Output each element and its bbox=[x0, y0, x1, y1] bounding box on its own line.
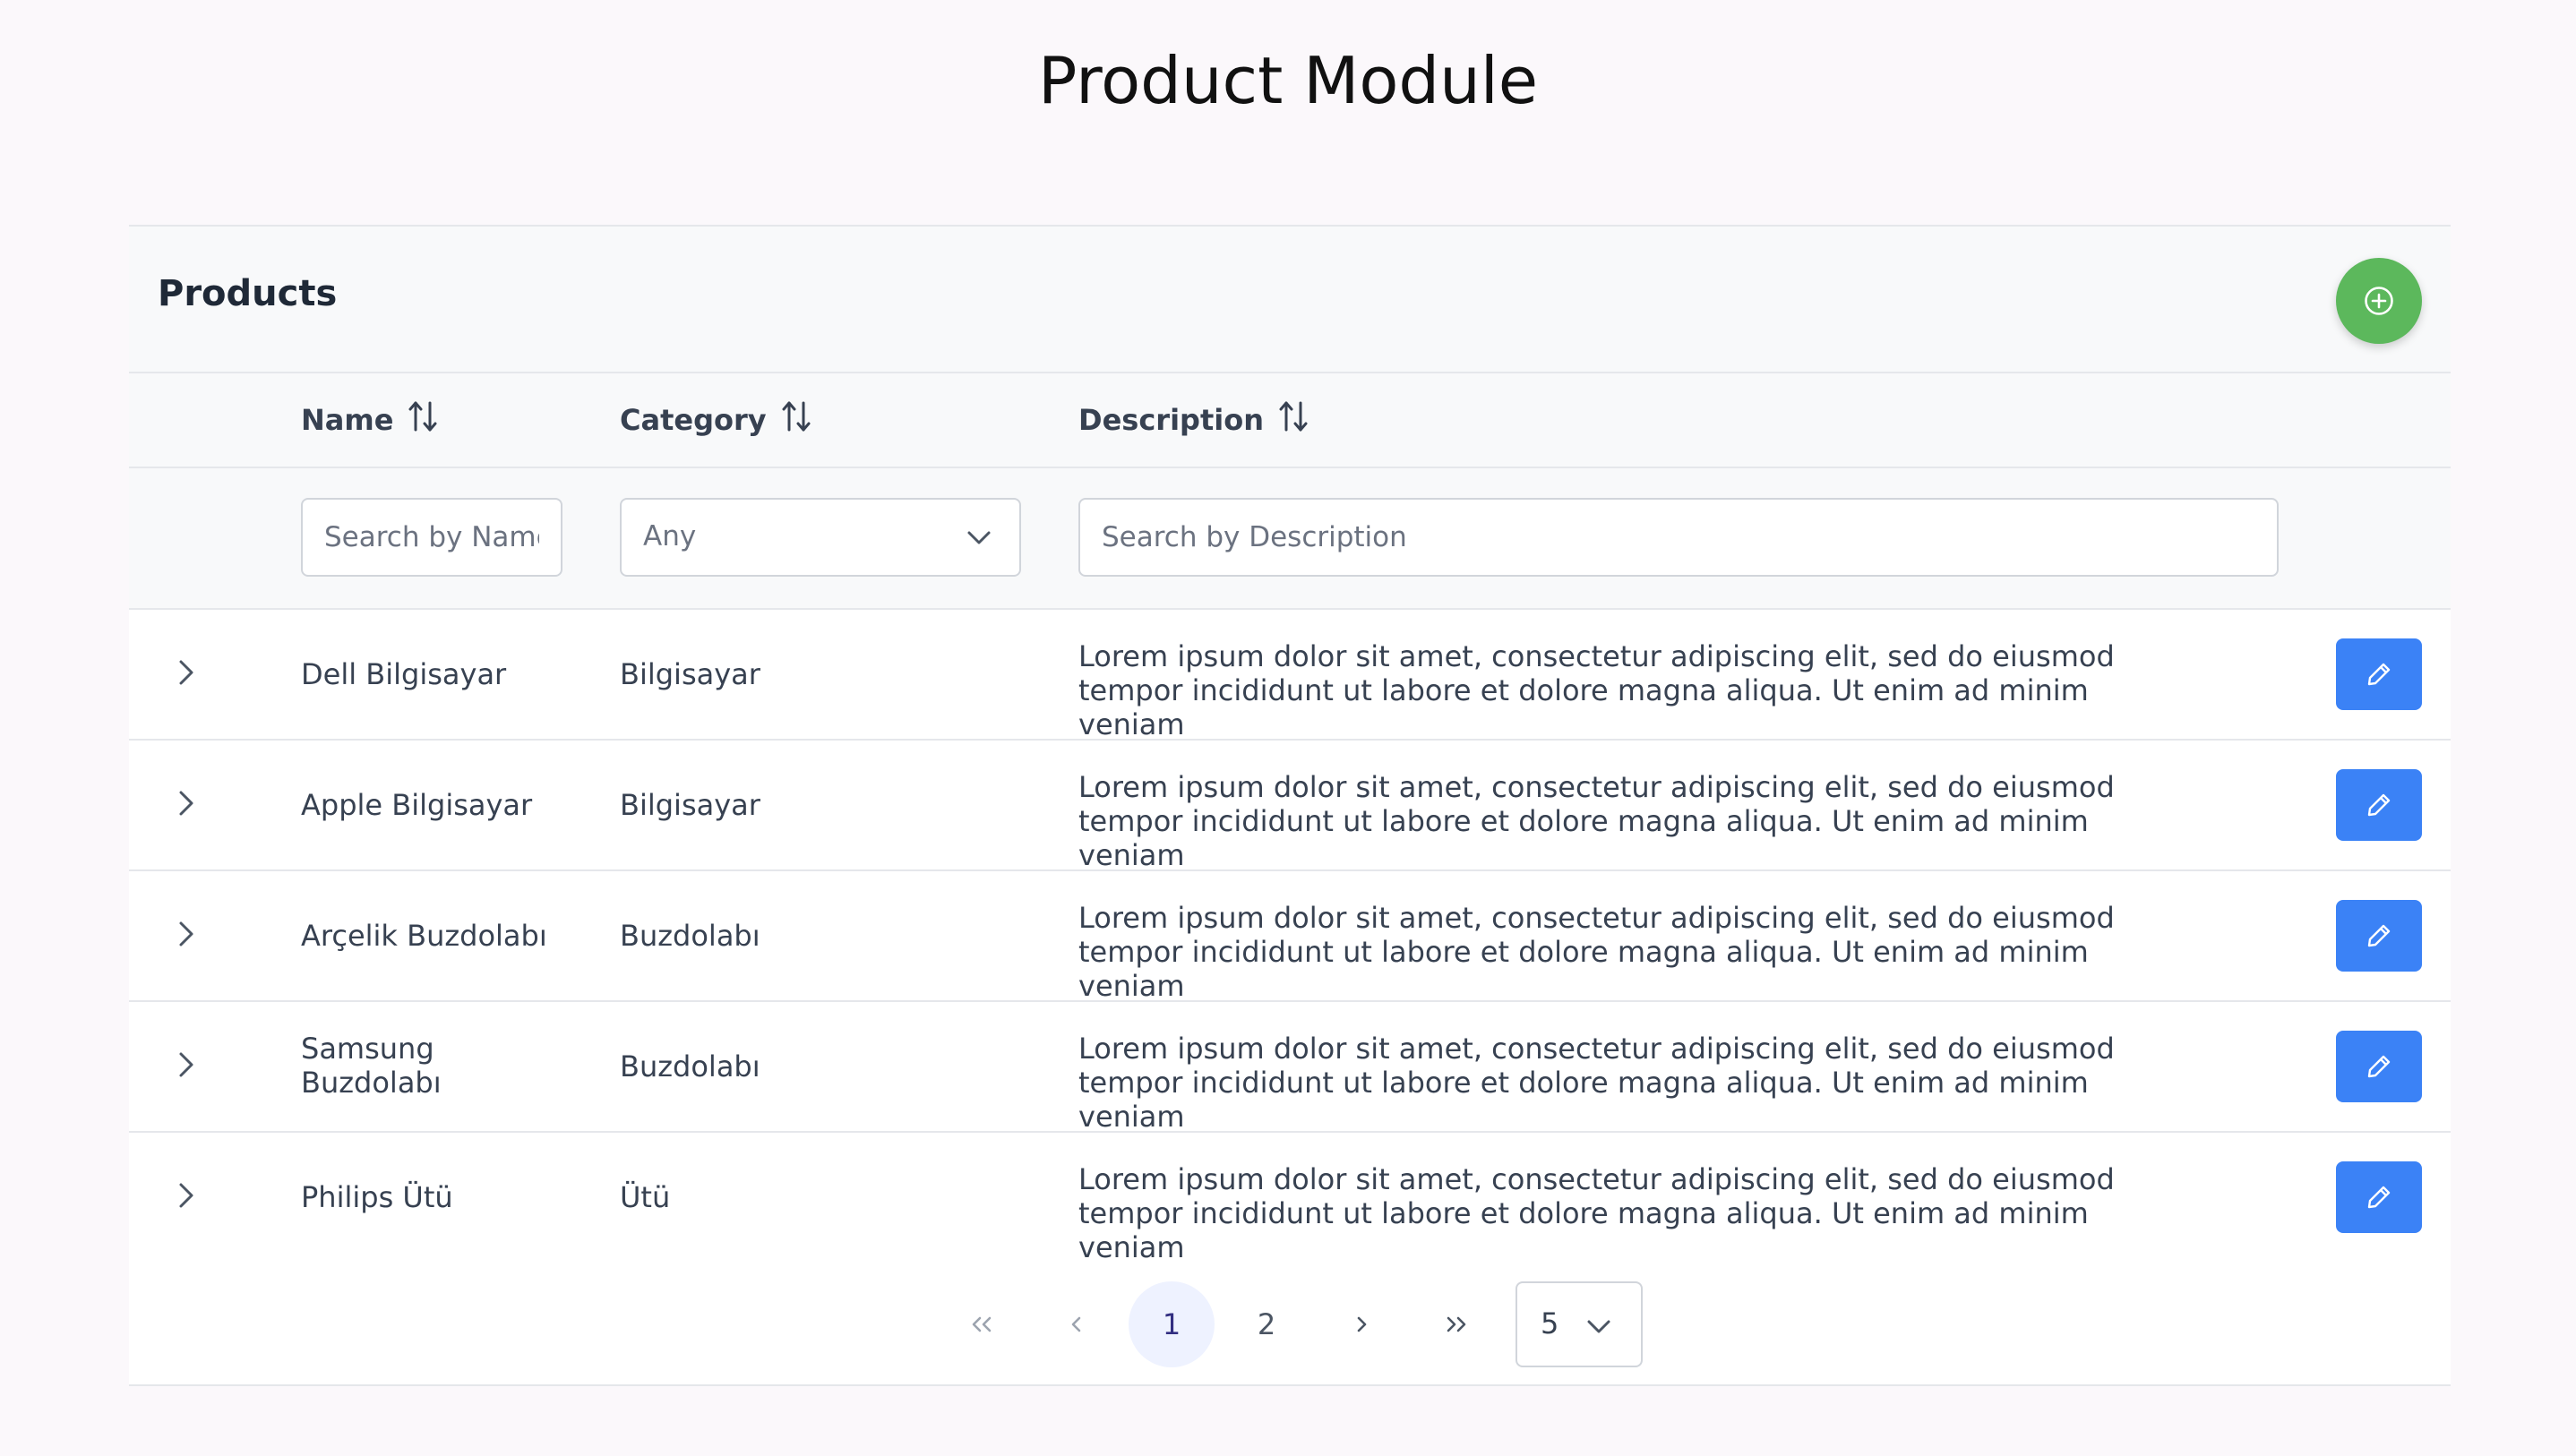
page-button-1[interactable]: 1 bbox=[1129, 1281, 1215, 1367]
double-chevron-left-icon bbox=[972, 1316, 992, 1332]
filter-row: Any bbox=[129, 468, 2451, 610]
rows-per-page-value: 5 bbox=[1541, 1306, 1559, 1340]
sort-icon[interactable] bbox=[1278, 400, 1309, 440]
pencil-icon bbox=[2367, 924, 2391, 947]
pencil-icon bbox=[2367, 663, 2391, 686]
pencil-icon bbox=[2367, 793, 2391, 817]
chevron-right-icon bbox=[179, 1052, 193, 1077]
plus-circle-icon bbox=[2365, 287, 2393, 315]
column-header-description[interactable]: Description bbox=[1078, 400, 1309, 440]
cell-name: Apple Bilgisayar bbox=[301, 788, 533, 822]
row-expand-button[interactable] bbox=[168, 1047, 204, 1083]
chevron-left-icon bbox=[1071, 1316, 1081, 1332]
table-row: Philips Ütü Ütü Lorem ipsum dolor sit am… bbox=[129, 1133, 2451, 1264]
cell-description: Lorem ipsum dolor sit amet, consectetur … bbox=[1078, 1162, 2115, 1264]
double-chevron-right-icon bbox=[1447, 1316, 1466, 1332]
cell-category: Bilgisayar bbox=[620, 788, 760, 822]
page-title: Product Module bbox=[1037, 43, 1539, 118]
column-header-category[interactable]: Category bbox=[620, 400, 811, 440]
last-page-button[interactable] bbox=[1413, 1281, 1499, 1367]
column-header-category-label: Category bbox=[620, 403, 767, 437]
cell-description: Lorem ipsum dolor sit amet, consectetur … bbox=[1078, 1032, 2115, 1134]
card-title: Products bbox=[158, 273, 338, 314]
cell-name: Arçelik Buzdolabı bbox=[301, 919, 547, 953]
paginator: 1 2 5 bbox=[129, 1262, 2451, 1383]
row-expand-button[interactable] bbox=[168, 916, 204, 952]
pencil-icon bbox=[2367, 1186, 2391, 1209]
sort-icon[interactable] bbox=[781, 400, 811, 440]
next-page-button[interactable] bbox=[1318, 1281, 1404, 1367]
cell-category: Bilgisayar bbox=[620, 657, 760, 691]
pencil-icon bbox=[2367, 1055, 2391, 1078]
column-header-name[interactable]: Name bbox=[301, 400, 438, 440]
edit-button[interactable] bbox=[2336, 1031, 2422, 1102]
products-card: Products Name Category Description Searc… bbox=[129, 225, 2451, 1386]
page-button-2[interactable]: 2 bbox=[1224, 1281, 1309, 1367]
table-row: Arçelik Buzdolabı Buzdolabı Lorem ipsum … bbox=[129, 871, 2451, 1003]
category-filter-select[interactable]: Any bbox=[620, 498, 1021, 577]
category-filter-value: Any bbox=[643, 520, 697, 552]
chevron-right-icon bbox=[1357, 1316, 1367, 1332]
cell-description: Lorem ipsum dolor sit amet, consectetur … bbox=[1078, 770, 2115, 872]
table-row: Dell Bilgisayar Bilgisayar Lorem ipsum d… bbox=[129, 610, 2451, 741]
rows-per-page-select[interactable]: 5 bbox=[1516, 1281, 1643, 1367]
column-header-name-label: Name bbox=[301, 403, 394, 437]
card-header: Products bbox=[129, 227, 2451, 373]
row-expand-button[interactable] bbox=[168, 1178, 204, 1213]
edit-button[interactable] bbox=[2336, 638, 2422, 710]
cell-category: Buzdolabı bbox=[620, 919, 760, 953]
cell-name: Philips Ütü bbox=[301, 1180, 453, 1214]
chevron-right-icon bbox=[179, 921, 193, 946]
table-row: Apple Bilgisayar Bilgisayar Lorem ipsum … bbox=[129, 741, 2451, 872]
cell-description: Lorem ipsum dolor sit amet, consectetur … bbox=[1078, 901, 2115, 1003]
chevron-right-icon bbox=[179, 791, 193, 816]
first-page-button[interactable] bbox=[939, 1281, 1025, 1367]
chevron-down-icon bbox=[966, 527, 992, 552]
column-header-row: Name Category Description bbox=[129, 373, 2451, 468]
table-row: Samsung Buzdolabı Buzdolabı Lorem ipsum … bbox=[129, 1002, 2451, 1134]
previous-page-button[interactable] bbox=[1034, 1281, 1120, 1367]
cell-description: Lorem ipsum dolor sit amet, consectetur … bbox=[1078, 639, 2115, 741]
cell-name: Dell Bilgisayar bbox=[301, 657, 507, 691]
sort-icon[interactable] bbox=[408, 400, 438, 440]
chevron-right-icon bbox=[179, 660, 193, 685]
add-product-button[interactable] bbox=[2336, 258, 2422, 344]
column-header-description-label: Description bbox=[1078, 403, 1264, 437]
cell-category: Buzdolabı bbox=[620, 1049, 760, 1083]
cell-category: Ütü bbox=[620, 1180, 671, 1214]
row-expand-button[interactable] bbox=[168, 785, 204, 821]
row-expand-button[interactable] bbox=[168, 655, 204, 690]
chevron-right-icon bbox=[179, 1183, 193, 1208]
edit-button[interactable] bbox=[2336, 900, 2422, 972]
cell-name: Samsung Buzdolabı bbox=[301, 1032, 442, 1100]
edit-button[interactable] bbox=[2336, 769, 2422, 841]
edit-button[interactable] bbox=[2336, 1161, 2422, 1233]
name-search-input[interactable] bbox=[301, 498, 562, 577]
chevron-down-icon bbox=[1585, 1315, 1612, 1340]
description-search-input[interactable] bbox=[1078, 498, 2279, 577]
